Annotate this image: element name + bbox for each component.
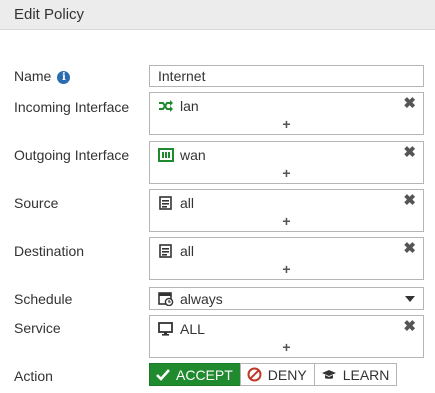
schedule-value: always [180, 291, 223, 307]
incoming-interface-entry: lan [158, 98, 199, 114]
deny-button[interactable]: DENY [239, 363, 315, 386]
incoming-interface-label: Incoming Interface [14, 99, 130, 115]
graduation-cap-icon [321, 369, 337, 381]
destination-add-button[interactable]: + [150, 262, 423, 276]
service-entry: ALL [158, 321, 205, 337]
learn-label: LEARN [342, 366, 390, 383]
dialog-title: Edit Policy [14, 6, 85, 23]
schedule-label: Schedule [14, 291, 73, 307]
accept-button[interactable]: ACCEPT [149, 363, 241, 386]
destination-field: all ✖ + [149, 237, 424, 280]
schedule-entry: always [158, 291, 223, 307]
outgoing-interface-label: Outgoing Interface [14, 147, 130, 163]
address-list-icon [158, 196, 174, 210]
action-button-group: ACCEPT DENY LEARN [149, 363, 398, 386]
source-remove-button[interactable]: ✖ [403, 193, 416, 209]
outgoing-interface-entry: wan [158, 147, 206, 163]
check-icon [156, 368, 170, 381]
name-input[interactable] [149, 65, 424, 87]
port-icon [158, 148, 174, 162]
source-value: all [180, 195, 195, 211]
calendar-clock-icon [158, 292, 174, 307]
action-label: Action [14, 368, 53, 384]
outgoing-interface-field: wan ✖ + [149, 141, 424, 184]
address-list-icon [158, 244, 174, 258]
service-value: ALL [180, 321, 205, 337]
deny-label: DENY [267, 366, 307, 383]
incoming-interface-remove-button[interactable]: ✖ [403, 96, 416, 112]
source-add-button[interactable]: + [150, 214, 423, 228]
service-field: ALL ✖ + [149, 315, 424, 358]
service-add-button[interactable]: + [150, 340, 423, 354]
source-entry: all [158, 195, 194, 211]
incoming-interface-add-button[interactable]: + [150, 117, 423, 131]
learn-button[interactable]: LEARN [313, 363, 398, 386]
accept-label: ACCEPT [176, 366, 233, 383]
schedule-select[interactable]: always [149, 287, 424, 310]
destination-value: all [180, 243, 195, 259]
destination-entry: all [158, 243, 194, 259]
chevron-down-icon[interactable] [405, 296, 415, 302]
monitor-icon [158, 322, 174, 336]
incoming-interface-field: lan ✖ + [149, 92, 424, 135]
incoming-interface-value: lan [180, 98, 199, 114]
destination-remove-button[interactable]: ✖ [403, 241, 416, 257]
info-icon[interactable]: i [57, 71, 71, 84]
shuffle-icon [158, 99, 174, 113]
outgoing-interface-remove-button[interactable]: ✖ [403, 145, 416, 161]
service-remove-button[interactable]: ✖ [403, 319, 416, 335]
source-field: all ✖ + [149, 189, 424, 232]
outgoing-interface-value: wan [180, 147, 206, 163]
ban-icon [247, 367, 262, 382]
destination-label: Destination [14, 243, 85, 259]
name-label: Name [14, 68, 52, 84]
name-label-row: Name i [14, 68, 71, 84]
dialog-header: Edit Policy [0, 0, 435, 30]
service-label: Service [14, 320, 61, 336]
outgoing-interface-add-button[interactable]: + [150, 166, 423, 180]
source-label: Source [14, 195, 59, 211]
